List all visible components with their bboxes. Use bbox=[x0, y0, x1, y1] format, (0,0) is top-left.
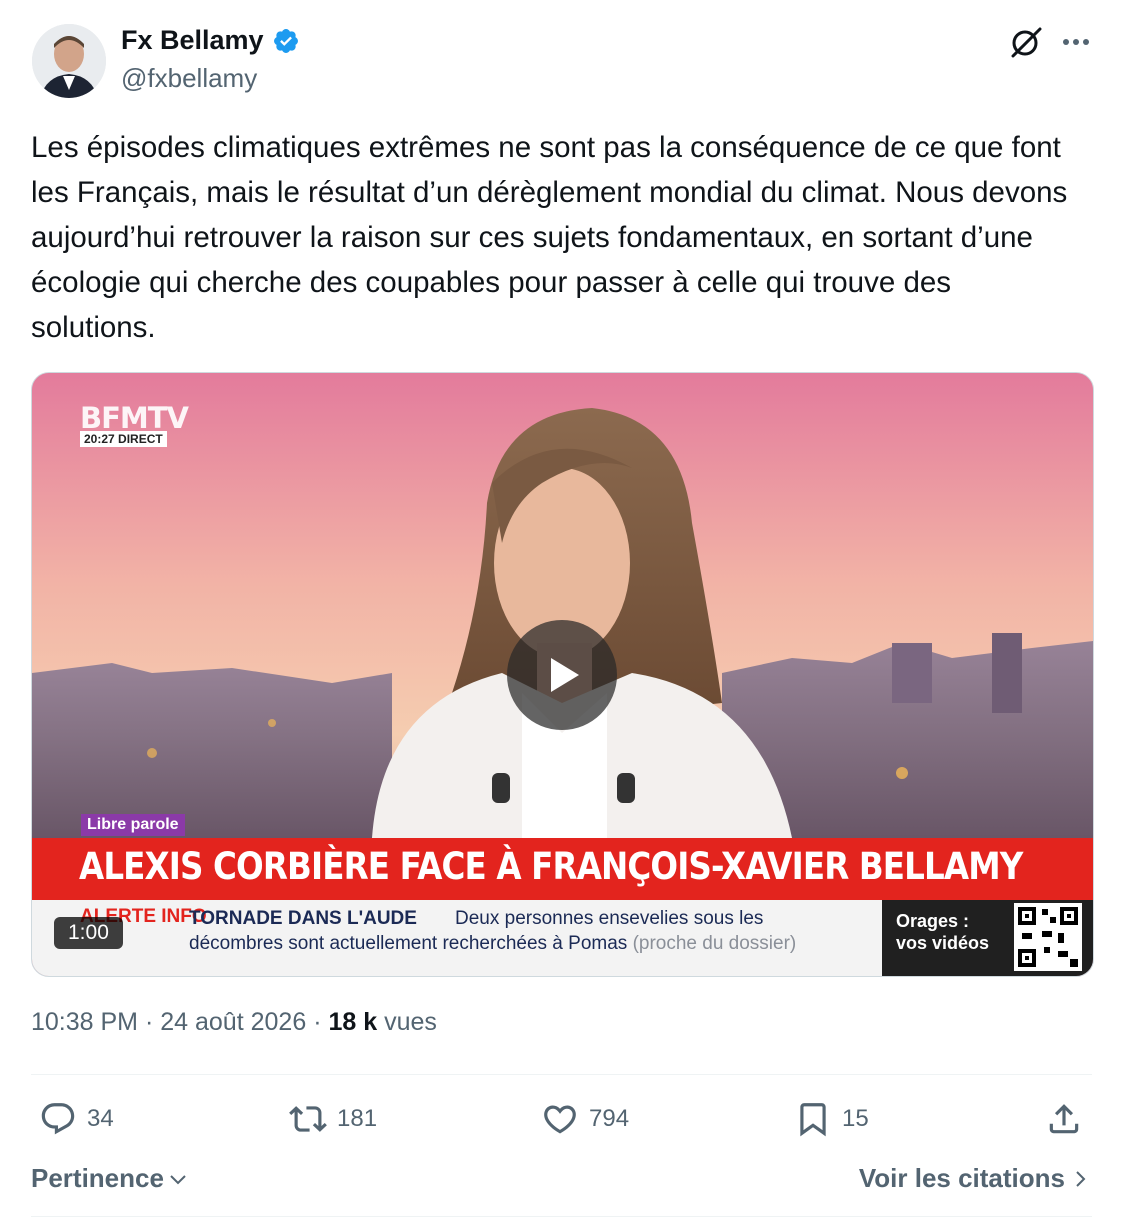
ticker-line-2-text: décombres sont actuellement recherchées … bbox=[189, 933, 628, 954]
chevron-down-icon bbox=[170, 1174, 186, 1184]
avatar-image bbox=[32, 24, 106, 98]
bookmark-button[interactable]: 15 bbox=[794, 1100, 869, 1138]
retweet-icon bbox=[289, 1106, 327, 1132]
more-icon[interactable] bbox=[1058, 27, 1094, 57]
video-duration: 1:00 bbox=[54, 917, 123, 949]
tweet-time[interactable]: 10:38 PM bbox=[31, 1008, 138, 1036]
share-icon bbox=[1049, 1104, 1079, 1134]
video-player[interactable]: BFMTV 20:27 DIRECT Libre parole ALEXIS C… bbox=[31, 372, 1094, 977]
grok-icon[interactable] bbox=[1008, 24, 1044, 60]
promo-line-1: Orages : bbox=[896, 911, 970, 931]
reply-count: 34 bbox=[87, 1105, 114, 1132]
segment-tag: Libre parole bbox=[81, 814, 185, 836]
promo-line-2: vos vidéos bbox=[896, 933, 990, 953]
reply-button[interactable]: 34 bbox=[39, 1100, 114, 1138]
tweet-text: Les épisodes climatiques extrêmes ne son… bbox=[31, 131, 1068, 344]
meta-separator: · bbox=[313, 1008, 322, 1036]
ticker-note: (proche du dossier) bbox=[632, 933, 797, 954]
views-label: vues bbox=[384, 1008, 437, 1036]
promo-text: Orages : vos vidéos bbox=[896, 910, 1006, 954]
qr-code-icon bbox=[1014, 903, 1082, 971]
sort-dropdown[interactable]: Pertinence bbox=[31, 1163, 190, 1194]
sort-label: Pertinence bbox=[31, 1163, 164, 1193]
meta-separator: · bbox=[144, 1008, 154, 1036]
tweet-date[interactable]: 24 août 2026 bbox=[160, 1008, 306, 1036]
channel-live: DIRECT bbox=[118, 432, 163, 446]
play-icon bbox=[551, 658, 579, 692]
retweet-button[interactable]: 181 bbox=[289, 1100, 377, 1138]
divider bbox=[31, 1074, 1092, 1075]
bookmark-icon bbox=[800, 1103, 826, 1137]
channel-time: 20:27 bbox=[84, 432, 115, 446]
author-handle[interactable]: @fxbellamy bbox=[121, 63, 257, 94]
view-quotes-label: Voir les citations bbox=[858, 1163, 1065, 1193]
ticker-line-2: décombres sont actuellement recherchées … bbox=[189, 933, 796, 955]
divider bbox=[31, 1216, 1092, 1217]
ticker-line-1: Deux personnes ensevelies sous les bbox=[455, 908, 764, 929]
like-button[interactable]: 794 bbox=[541, 1100, 629, 1138]
retweet-count: 181 bbox=[337, 1105, 378, 1132]
video-headline: ALEXIS CORBIÈRE FACE À FRANÇOIS-XAVIER B… bbox=[79, 845, 1023, 888]
like-count: 794 bbox=[589, 1105, 630, 1132]
view-quotes-link[interactable]: Voir les citations bbox=[859, 1163, 1089, 1194]
play-button[interactable] bbox=[507, 620, 617, 730]
views-count: 18 k bbox=[328, 1008, 378, 1036]
share-button[interactable] bbox=[1045, 1100, 1083, 1138]
chevron-right-icon bbox=[1076, 1170, 1086, 1187]
bookmark-count: 15 bbox=[842, 1105, 869, 1132]
reply-icon bbox=[41, 1103, 75, 1135]
avatar[interactable] bbox=[32, 24, 106, 98]
author-name[interactable]: Fx Bellamy bbox=[121, 25, 264, 56]
verified-badge-icon bbox=[273, 28, 298, 53]
tweet-meta: 10:38 PM · 24 août 2026 · 18 k vues bbox=[31, 1008, 437, 1037]
channel-clock: 20:27 DIRECT bbox=[80, 431, 167, 447]
channel-logo: BFMTV bbox=[80, 401, 189, 435]
like-icon bbox=[544, 1105, 576, 1134]
author-name-row[interactable]: Fx Bellamy bbox=[121, 25, 300, 56]
ticker-title: TORNADE DANS L'AUDE bbox=[189, 908, 417, 929]
